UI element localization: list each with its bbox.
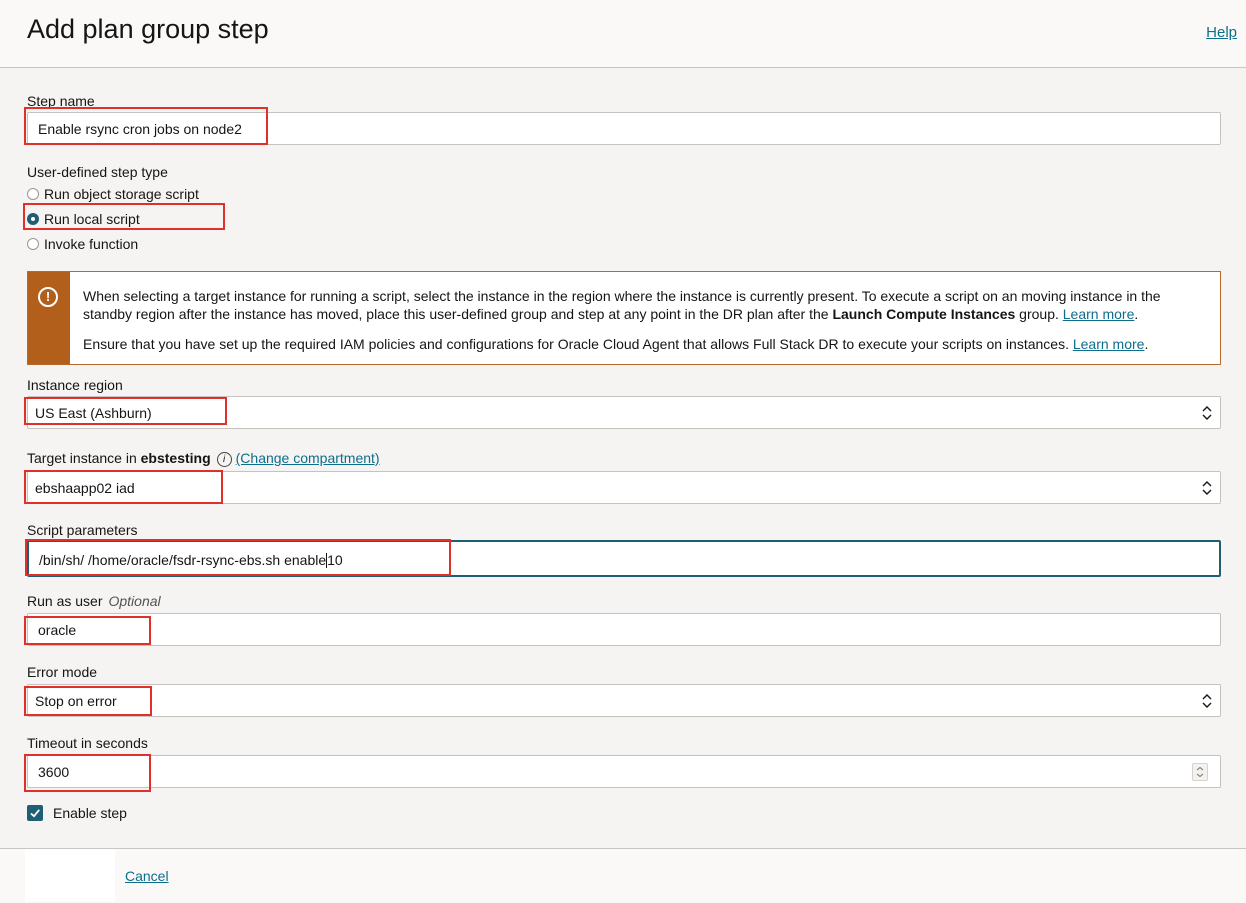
enable-step-checkbox[interactable] — [27, 805, 43, 821]
change-compartment-link[interactable]: (Change compartment) — [236, 450, 380, 466]
cancel-button[interactable]: Cancel — [125, 868, 169, 884]
learn-more-link-1[interactable]: Learn more — [1063, 306, 1135, 322]
notice-bold-text: Launch Compute Instances — [832, 306, 1016, 322]
chevron-up-down-icon — [1202, 406, 1212, 420]
error-mode-value: Stop on error — [35, 693, 117, 709]
script-parameters-text-tail: 10 — [327, 552, 343, 568]
timeout-value: 3600 — [38, 764, 70, 780]
radio-invoke-function[interactable]: Invoke function — [27, 236, 138, 252]
step-name-label: Step name — [27, 93, 95, 109]
run-as-user-text: Run as user — [27, 593, 103, 609]
run-as-user-value: oracle — [38, 622, 77, 638]
compartment-name: ebstesting — [140, 450, 211, 466]
footer-button-area — [25, 849, 115, 901]
checkmark-icon — [30, 809, 40, 818]
error-mode-select[interactable]: Stop on error — [27, 684, 1221, 717]
radio-button[interactable] — [27, 238, 39, 250]
notice-paragraph-1: When selecting a target instance for run… — [83, 288, 1161, 322]
run-as-user-label: Run as user Optional — [27, 593, 161, 609]
panel-header: Add plan group step Help — [0, 0, 1246, 68]
warning-notice: ! When selecting a target instance for r… — [27, 271, 1221, 365]
step-type-label: User-defined step type — [27, 164, 168, 180]
error-mode-label: Error mode — [27, 664, 98, 680]
radio-button[interactable] — [27, 188, 39, 200]
step-name-input[interactable]: Enable rsync cron jobs on node2 — [27, 112, 1221, 145]
notice-paragraph-2: Ensure that you have set up the required… — [83, 336, 1149, 352]
notice-tail-text: group. — [1015, 306, 1059, 322]
target-instance-label: Target instance in ebstesting i (Change co… — [27, 450, 380, 467]
notice-text: Ensure that you have set up the required… — [83, 336, 1069, 352]
instance-region-label: Instance region — [27, 377, 123, 393]
radio-button-selected[interactable] — [27, 213, 39, 225]
target-instance-prefix: Target instance in — [27, 450, 137, 466]
script-parameters-input[interactable]: /bin/sh/ /home/oracle/fsdr-rsync-ebs.sh … — [27, 540, 1221, 577]
panel-footer: Cancel — [0, 848, 1246, 903]
radio-run-object-storage-script[interactable]: Run object storage script — [27, 186, 199, 202]
timeout-label: Timeout in seconds — [27, 735, 148, 751]
radio-label: Invoke function — [44, 236, 139, 252]
target-instance-select[interactable]: ebshaapp02 iad — [27, 471, 1221, 504]
enable-step-label: Enable step — [53, 805, 127, 821]
warning-circle-icon: ! — [38, 287, 58, 307]
instance-region-select[interactable]: US East (Ashburn) — [27, 396, 1221, 429]
page-title: Add plan group step — [27, 14, 269, 44]
timeout-input[interactable]: 3600 — [27, 755, 1221, 788]
step-name-value: Enable rsync cron jobs on node2 — [38, 121, 242, 137]
notice-bar: ! — [28, 272, 70, 364]
script-parameters-value: /bin/sh/ /home/oracle/fsdr-rsync-ebs.sh … — [39, 552, 343, 568]
radio-label: Run object storage script — [44, 186, 199, 202]
optional-tag: Optional — [108, 593, 161, 609]
script-parameters-label: Script parameters — [27, 522, 138, 538]
chevron-up-down-icon — [1202, 694, 1212, 708]
target-instance-value: ebshaapp02 iad — [35, 480, 135, 496]
run-as-user-input[interactable]: oracle — [27, 613, 1221, 646]
script-parameters-text: /bin/sh/ /home/oracle/fsdr-rsync-ebs.sh … — [39, 552, 327, 568]
radio-run-local-script[interactable]: Run local script — [27, 211, 140, 227]
learn-more-link-2[interactable]: Learn more — [1073, 336, 1145, 352]
chevron-up-down-icon — [1202, 481, 1212, 495]
instance-region-value: US East (Ashburn) — [35, 405, 152, 421]
info-icon[interactable]: i — [216, 452, 232, 467]
number-spinner-icon[interactable] — [1192, 763, 1208, 781]
radio-label: Run local script — [44, 211, 140, 227]
help-link[interactable]: Help — [1206, 24, 1237, 41]
